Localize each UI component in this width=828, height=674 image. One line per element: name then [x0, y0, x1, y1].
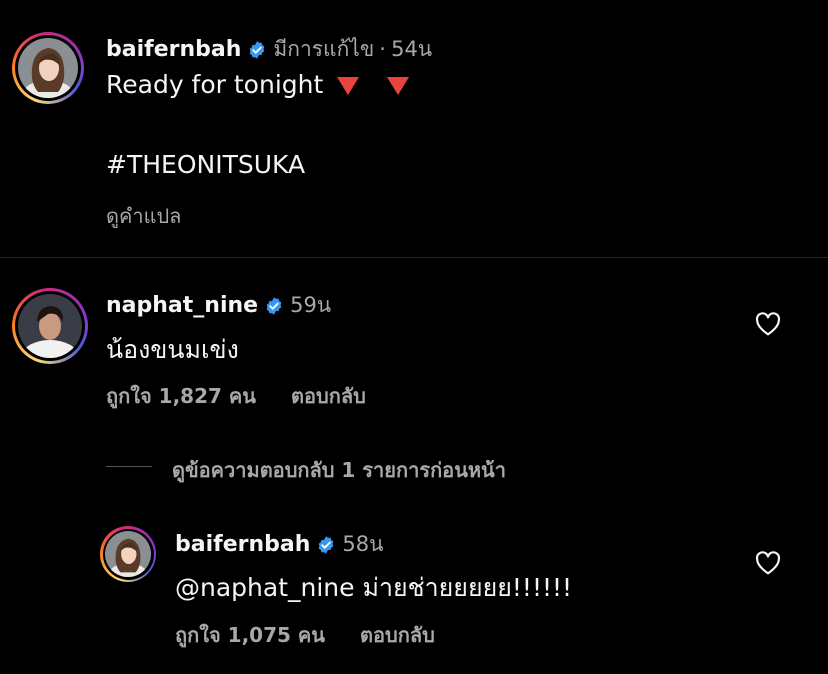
like-heart-icon[interactable] [755, 551, 781, 579]
comment-text: น้องขนมเข่ง [106, 335, 239, 364]
comment-header: naphat_nine 59น [106, 289, 331, 322]
red-triangle-emoji-icon [337, 77, 360, 95]
reply-username[interactable]: baifernbah [175, 532, 310, 557]
reply-time: 58น [342, 532, 384, 556]
caption-text: Ready for tonight [106, 70, 324, 99]
separator-dot: · [379, 37, 386, 61]
view-previous-replies-button[interactable]: ดูข้อความตอบกลับ 1 รายการก่อนหน้า [172, 454, 506, 486]
verified-badge-icon [247, 40, 267, 64]
reply-header: baifernbah 58น [175, 528, 383, 561]
verified-badge-icon [316, 535, 336, 559]
reply-actions: ถูกใจ 1,075 คน ตอบกลับ [175, 619, 435, 651]
reply-mention-link[interactable]: @naphat_nine [175, 573, 355, 602]
translate-link[interactable]: ดูคำแปล [106, 200, 181, 232]
post-username[interactable]: baifernbah [106, 37, 241, 62]
post-author-avatar[interactable] [12, 32, 84, 104]
reply-reply-button[interactable]: ตอบกลับ [360, 623, 435, 647]
comment-actions: ถูกใจ 1,827 คน ตอบกลับ [106, 380, 366, 412]
verified-badge-icon [264, 296, 284, 320]
comment-reply-button[interactable]: ตอบกลับ [291, 384, 366, 408]
post-header: baifernbah มีการแก้ไข · 54น [106, 33, 432, 66]
comment-likes-count[interactable]: ถูกใจ 1,827 คน [106, 384, 256, 408]
comment-username[interactable]: naphat_nine [106, 293, 258, 318]
caption-hashtag[interactable]: #THEONITSUKA [106, 150, 305, 179]
reply-author-avatar[interactable] [100, 526, 156, 582]
caption-line: Ready for tonight [106, 70, 410, 99]
reply-text: ม่ายช่ายยยยย!!!!!! [362, 573, 573, 602]
comment-time: 59น [290, 293, 332, 317]
red-triangle-emoji-icon [387, 77, 410, 95]
comment-author-avatar[interactable] [12, 288, 88, 364]
reply-text-line: @naphat_nine ม่ายช่ายยยยย!!!!!! [175, 568, 572, 608]
view-replies-line [106, 466, 152, 467]
edited-label: มีการแก้ไข [273, 37, 375, 61]
reply-likes-count[interactable]: ถูกใจ 1,075 คน [175, 623, 325, 647]
post-time: 54น [391, 37, 433, 61]
section-divider [0, 257, 828, 258]
like-heart-icon[interactable] [755, 312, 781, 340]
